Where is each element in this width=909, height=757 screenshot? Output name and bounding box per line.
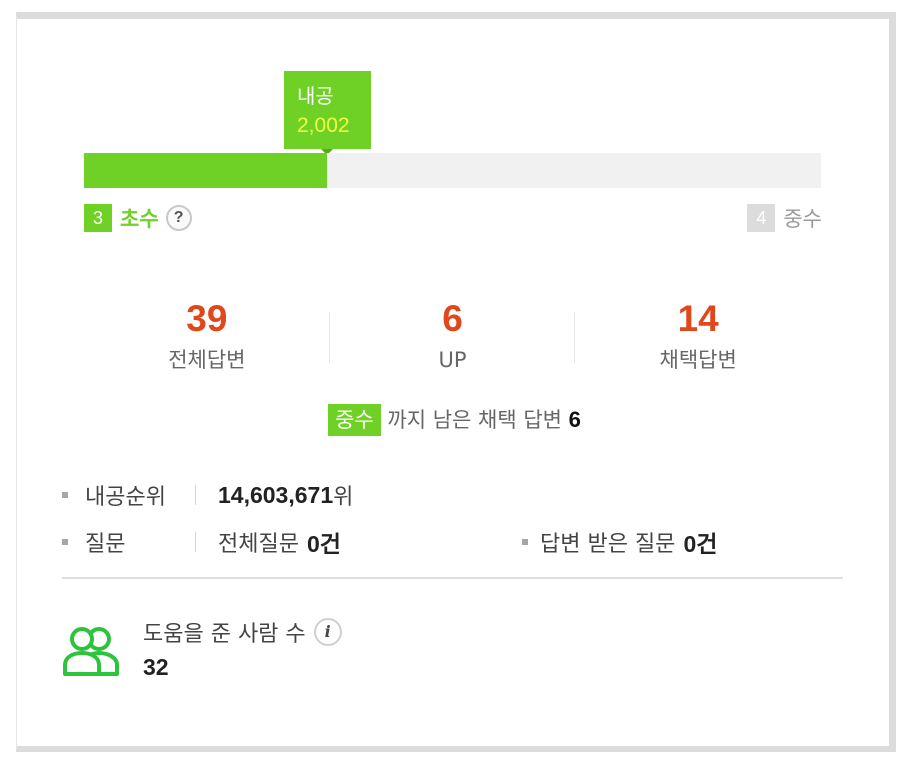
remaining-count: 6 — [568, 407, 581, 432]
next-level: 4 중수 — [747, 203, 822, 233]
question-label: 질문 — [85, 532, 126, 557]
helped-title-text: 도움을 준 사람 수 — [143, 622, 306, 647]
stat-value: 39 — [186, 298, 228, 339]
total-questions-label: 전체질문 — [218, 532, 299, 557]
separator — [195, 485, 196, 505]
bullet — [522, 539, 528, 545]
next-level-name: 중수 — [783, 207, 822, 231]
rank-row: 내공순위 14,603,671 위 — [62, 478, 353, 512]
stat-divider — [329, 313, 330, 363]
next-level-number: 4 — [747, 204, 776, 232]
remaining-text: 까지 남은 채택 답변 — [387, 408, 562, 432]
remaining-to-next-level: 중수 까지 남은 채택 답변 6 — [0, 404, 909, 436]
info-icon[interactable]: i — [313, 618, 342, 646]
next-level-tag: 중수 — [328, 404, 381, 436]
stat-divider — [574, 313, 575, 363]
points-tooltip-label: 내공 — [297, 84, 334, 108]
bullet — [62, 492, 68, 498]
stat-value: 14 — [677, 298, 719, 339]
answered-questions-label: 답변 받은 질문 — [540, 532, 676, 557]
points-tooltip: 내공 2,002 — [284, 71, 371, 149]
answered-questions-value[interactable]: 0건 — [683, 525, 717, 559]
stat-label: 전체답변 — [168, 348, 246, 372]
stat-value: 6 — [442, 298, 463, 339]
question-row: 질문 전체질문 0건 답변 받은 질문 0건 — [62, 525, 843, 559]
stat-label: 채택답변 — [659, 348, 737, 372]
current-level-number: 3 — [84, 204, 112, 232]
total-questions-value[interactable]: 0건 — [307, 525, 341, 559]
people-icon — [63, 627, 119, 676]
rank-value: 14,603,671 — [218, 481, 334, 508]
stat-total-answers[interactable]: 39 전체답변 — [84, 295, 330, 385]
help-icon[interactable]: ? — [165, 205, 192, 231]
stat-up[interactable]: 6 UP — [330, 295, 576, 385]
current-level-name: 초수 — [120, 207, 159, 231]
answered-questions: 답변 받은 질문 0건 — [522, 525, 717, 559]
stat-label: UP — [438, 348, 467, 372]
level-progress-bar — [84, 153, 821, 188]
rank-unit: 위 — [333, 485, 354, 510]
rank-label: 내공순위 — [85, 485, 166, 510]
points-tooltip-value: 2,002 — [297, 114, 350, 137]
stat-selected-answers[interactable]: 14 채택답변 — [575, 295, 821, 385]
level-progress-fill — [84, 153, 328, 188]
separator — [195, 532, 196, 552]
bullet — [62, 539, 68, 545]
current-level: 3 초수 ? — [84, 203, 192, 233]
helped-title: 도움을 준 사람 수 i — [143, 616, 342, 648]
helped-count: 32 — [143, 654, 169, 680]
answer-stats: 39 전체답변 6 UP 14 채택답변 — [84, 295, 821, 385]
section-divider — [62, 577, 843, 579]
